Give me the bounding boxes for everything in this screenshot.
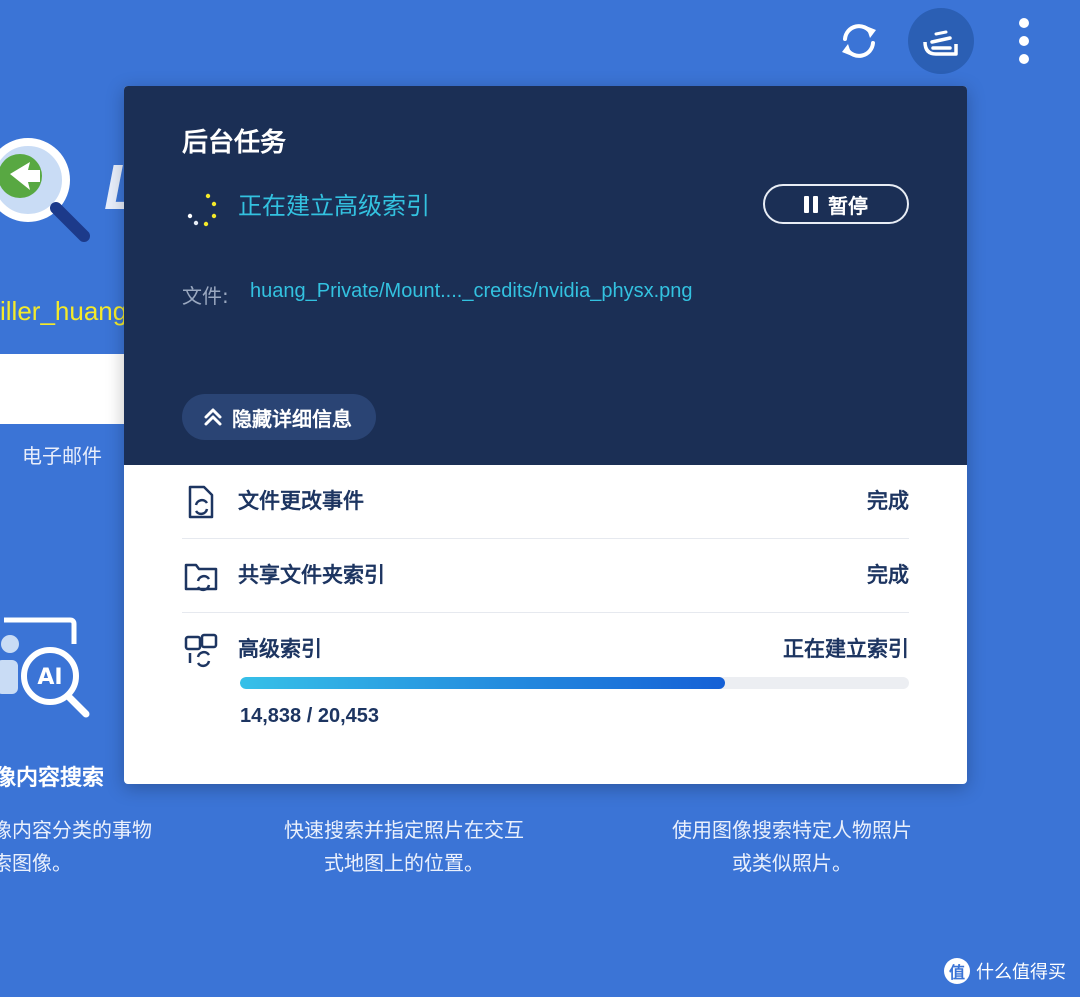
task-status: 完成 <box>867 489 909 513</box>
background-tasks-icon <box>923 30 958 56</box>
task-row-file-change: 文件更改事件 完成 <box>182 465 909 539</box>
file-path: huang_Private/Mount...._credits/nvidia_p… <box>250 280 693 302</box>
svg-text:AI: AI <box>37 665 62 690</box>
more-options-button[interactable] <box>992 8 1056 74</box>
refresh-button[interactable] <box>826 8 892 74</box>
more-vertical-icon <box>1019 18 1029 64</box>
watermark-logo-icon: 值 <box>944 958 970 984</box>
search-input[interactable] <box>0 354 140 424</box>
task-status: 正在建立索引 <box>783 637 909 661</box>
index-progress-count: 14,838 / 20,453 <box>240 705 380 727</box>
hide-details-button[interactable]: 隐藏详细信息 <box>182 394 376 440</box>
chevron-up-double-icon <box>204 408 222 426</box>
task-name: 文件更改事件 <box>238 489 364 513</box>
task-status: 完成 <box>867 563 909 587</box>
advanced-index-icon <box>184 633 218 668</box>
search-logo-icon <box>0 138 90 242</box>
task-name: 高级索引 <box>238 637 322 661</box>
watermark: 值 什么值得买 <box>944 958 1066 984</box>
current-task-label: 正在建立高级索引 <box>238 192 430 220</box>
email-label: 电子邮件 <box>22 444 102 468</box>
feature-desc-map: 快速搜索并指定照片在交互 式地图上的位置。 <box>284 818 524 875</box>
feature-desc-image-content: 像内容分类的事物 索图像。 <box>0 818 152 875</box>
task-row-shared-folder: 共享文件夹索引 完成 <box>182 539 909 613</box>
panel-title: 后台任务 <box>182 128 287 158</box>
hide-details-label: 隐藏详细信息 <box>232 406 352 431</box>
refresh-icon <box>842 24 876 58</box>
file-sync-icon <box>188 485 214 519</box>
index-progress-fill <box>240 677 726 689</box>
task-row-advanced-index: 高级索引 正在建立索引 14,838 / 20,453 <box>182 613 909 743</box>
pause-button-label: 暂停 <box>828 193 868 218</box>
index-progress-bar <box>240 677 909 689</box>
ai-image-search-icon: AI <box>0 617 90 718</box>
file-label: 文件: <box>182 284 229 308</box>
folder-sync-icon <box>184 563 218 592</box>
pause-icon <box>804 195 818 213</box>
loading-spinner-icon <box>187 193 217 227</box>
username-label: iller_huang <box>0 296 128 326</box>
background-tasks-panel: 后台任务 正在建立高级索引 暂停 文件: huang_Private/Mount… <box>124 86 967 784</box>
watermark-text: 什么值得买 <box>976 962 1066 983</box>
current-task-section: 后台任务 正在建立高级索引 暂停 文件: huang_Private/Mount… <box>124 86 967 465</box>
feature-title-image-content: 像内容搜索 <box>0 766 105 791</box>
feature-desc-similar: 使用图像搜索特定人物照片 或类似照片。 <box>672 818 912 875</box>
pause-button[interactable]: 暂停 <box>763 184 909 224</box>
task-name: 共享文件夹索引 <box>238 563 385 587</box>
background-tasks-button[interactable] <box>908 8 974 74</box>
